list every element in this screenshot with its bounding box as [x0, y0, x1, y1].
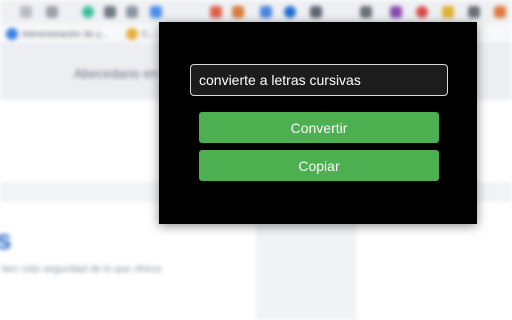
extension-icon[interactable] [284, 6, 296, 18]
bookmark-link[interactable]: Administración de y... [22, 29, 107, 39]
article-text: ben más seguridad de lo que ofrece [2, 264, 162, 275]
extension-icon[interactable] [416, 6, 428, 18]
extension-icon[interactable] [468, 6, 480, 18]
bookmark-favicon-icon [6, 28, 18, 40]
copy-button[interactable]: Copiar [199, 150, 439, 181]
extension-icon[interactable] [46, 6, 58, 18]
extension-popup: Convertir Copiar [159, 22, 477, 224]
extension-icon[interactable] [126, 6, 138, 18]
extension-icon[interactable] [104, 6, 116, 18]
convert-button[interactable]: Convertir [199, 112, 439, 143]
extension-icon[interactable] [494, 6, 506, 18]
extension-icon[interactable] [260, 6, 272, 18]
extensions-toolbar [0, 0, 512, 24]
extension-icon[interactable] [390, 6, 402, 18]
extension-icon[interactable] [442, 6, 454, 18]
extension-icon[interactable] [210, 6, 222, 18]
bookmark-favicon-icon [126, 28, 138, 40]
extension-icon[interactable] [232, 6, 244, 18]
extension-icon[interactable] [310, 6, 322, 18]
article-heading: s [0, 224, 12, 255]
extension-icon[interactable] [360, 6, 372, 18]
bookmark-link[interactable]: C... [142, 29, 156, 39]
text-input[interactable] [190, 64, 448, 96]
extension-icon[interactable] [150, 6, 162, 18]
extension-icon[interactable] [82, 6, 94, 18]
extension-icon[interactable] [20, 6, 32, 18]
